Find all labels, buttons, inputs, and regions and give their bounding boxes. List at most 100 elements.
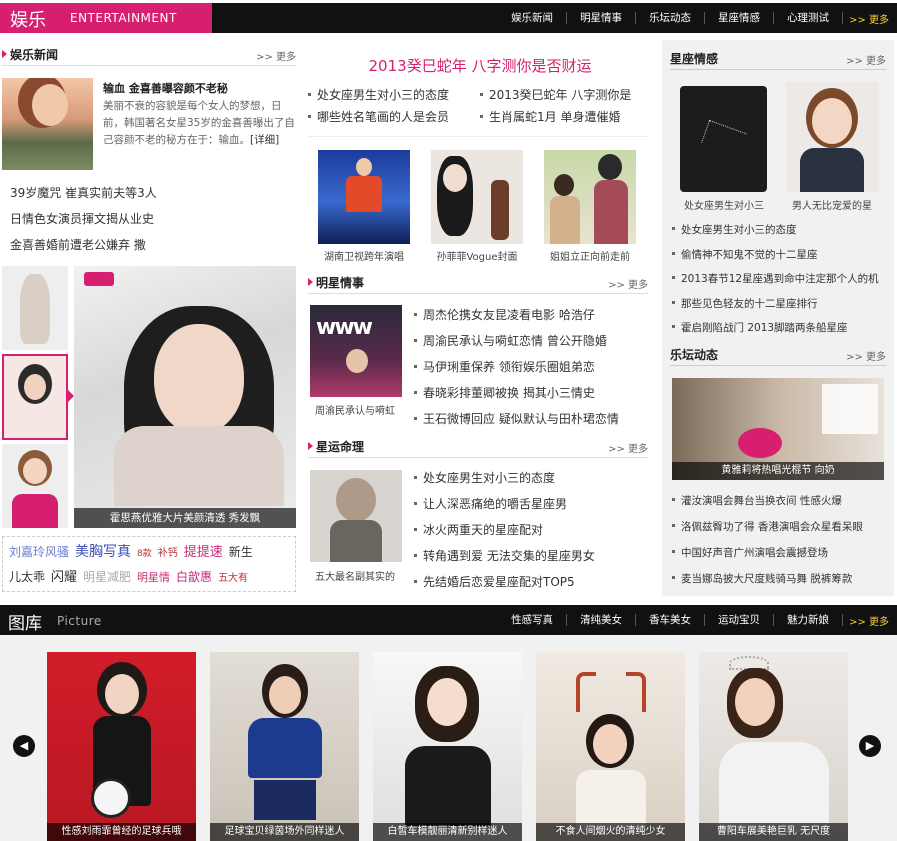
detail-link[interactable]: [详细] [250,134,279,146]
list-item[interactable]: 春晓彩排董卿被换 揭其小三情史 [414,380,648,406]
list-item[interactable]: 那些见色轻友的十二星座排行 [672,292,886,317]
nav-item-yule-news[interactable]: 娱乐新闻 [498,12,568,24]
more-link[interactable]: >> 更多 [608,440,648,455]
nav-item-bride[interactable]: 魅力新娘 [774,614,844,626]
nav-item-sexy[interactable]: 性感写真 [498,614,568,626]
gallery-thumb-1[interactable] [2,266,68,350]
more-link[interactable]: >> 更多 [608,276,648,291]
constellation-photo-2[interactable] [786,82,879,192]
nav-item-music[interactable]: 乐坛动态 [636,12,706,24]
center-headline[interactable]: 2013癸巳蛇年 八字测你是否财运 [310,55,650,76]
tag-link[interactable]: 明星减肥 [83,570,131,584]
photo-caption[interactable]: 处女座男生对小三 [674,197,774,212]
picture-title-en: Picture [57,614,102,628]
list-item[interactable]: 先结婚后恋爱星座配对TOP5 [414,569,648,595]
tag-link[interactable]: 闪耀 [51,570,77,585]
next-arrow-icon[interactable]: ▶ [859,735,881,757]
yule-news-header: 娱乐新闻 >> 更多 [2,44,296,66]
center-photo-2[interactable] [431,150,523,244]
more-link[interactable]: >> 更多 [846,348,886,363]
more-link[interactable]: >> 更多 [846,52,886,67]
photo-caption[interactable]: 周渝民承认与嗬虹 [305,402,405,417]
photo-caption[interactable]: 孙菲菲Vogue封面 [425,248,529,263]
list-item[interactable]: 39岁魔咒 崔真实前夫等3人 [10,180,296,206]
lead-news-title[interactable]: 输血 金喜善曝容颜不老秘 [103,80,228,96]
list-item[interactable]: 霍启刚陷战门 2013脚踏两条船星座 [672,316,886,341]
fortune-photo[interactable] [310,470,402,562]
picture-item-5[interactable]: 曹阳车展美艳巨乳 无尺度 [699,652,848,841]
more-link[interactable]: >> 更多 [256,48,296,63]
picture-more-link[interactable]: >> 更多 [849,613,889,628]
tag-link[interactable]: 明星情 [137,571,170,584]
nav-item-pure[interactable]: 清纯美女 [567,614,637,626]
picture-item-1[interactable]: 性感刘雨霏曾经的足球兵哦 [47,652,196,841]
tag-link[interactable]: 五大有 [218,573,248,584]
list-item[interactable]: 金喜善婚前遭老公嫌弃 撒 [10,232,296,258]
picture-caption: 曹阳车展美艳巨乳 无尺度 [699,823,848,841]
list-item[interactable]: 周杰伦携女友昆凌看电影 哈浩仔 [414,302,648,328]
tag-link[interactable]: 美胸写真 [75,544,131,560]
music-list: 灌汝演唱会舞台当换衣间 性感火爆 洛佩兹臀功了得 香港演唱会众星看呆眼 中国好声… [672,488,886,592]
list-item[interactable]: 生肖属蛇1月 单身遭催婚 [480,106,648,128]
list-item[interactable]: 冰火两重天的星座配对 [414,517,648,543]
photo-caption[interactable]: 姐姐立正向前走前 [538,248,642,263]
picture-item-4[interactable]: 不食人间烟火的清纯少女 [536,652,685,841]
list-item[interactable]: 灌汝演唱会舞台当换衣间 性感火爆 [672,488,886,514]
tag-link[interactable]: 儿太乖 [9,570,45,584]
music-photo[interactable]: 黄雅莉将热唱光棍节 向奶 [672,378,884,480]
tag-link[interactable]: 补钙 [158,548,178,559]
photo-caption[interactable]: 五大最名副其实的 [305,568,405,583]
center-photo-1[interactable] [318,150,410,244]
channel-logo[interactable]: 娱乐 ENTERTAINMENT [0,3,212,33]
tag-link[interactable]: 刘嘉玲风骚 [9,545,69,559]
list-item[interactable]: 2013春节12星座遇到命中注定那个人的机 [672,267,886,292]
nav-item-constellation[interactable]: 星座情感 [705,12,775,24]
lead-news-photo[interactable] [2,78,93,170]
photo-caption: 黄雅莉将热唱光棍节 向奶 [672,462,884,480]
tag-link[interactable]: 提提速 [184,545,223,560]
photo-caption[interactable]: 男人无比宠爱的星 [782,197,882,212]
section-title: 娱乐新闻 [2,46,58,63]
list-item[interactable]: 处女座男生对小三的态度 [672,218,886,243]
list-item[interactable]: 洛佩兹臀功了得 香港演唱会众星看呆眼 [672,514,886,540]
section-title: 星座情感 [670,52,719,66]
list-item[interactable]: 中国好声音广州演唱会震撼登场 [672,540,886,566]
constellation-list: 处女座男生对小三的态度 偷情神不知鬼不觉的十二星座 2013春节12星座遇到命中… [672,218,886,341]
list-item[interactable]: 转角遇到爱 无法交集的星座男女 [414,543,648,569]
star-affairs-photo[interactable]: www [310,305,402,397]
list-item[interactable]: 处女座男生对小三的态度 [414,465,648,491]
nav-item-sports[interactable]: 运动宝贝 [705,614,775,626]
picture-caption: 性感刘雨霏曾经的足球兵哦 [47,823,196,841]
constellation-photo-1[interactable] [680,86,767,192]
gallery-main-photo[interactable]: 霍思燕优雅大片美颜清透 秀发飘 [74,266,296,528]
picture-item-3[interactable]: 白皙车模靓丽清新别样迷人 [373,652,522,841]
nav-more-link[interactable]: >> 更多 [849,11,889,26]
list-item[interactable]: 马伊琍重保养 领衔娱乐圈姐弟恋 [414,354,648,380]
tag-link[interactable]: 8款 [137,549,152,559]
photo-caption[interactable]: 湖南卫视跨年演唱 [312,248,416,263]
list-item[interactable]: 让人深恶痛绝的嚼舌星座男 [414,491,648,517]
top-nav: 娱乐新闻 明星情事 乐坛动态 星座情感 心理测试 >> 更多 [498,3,889,33]
nav-item-star-affairs[interactable]: 明星情事 [567,12,637,24]
list-item[interactable]: 日情色女演员揮文揭从业史 [10,206,296,232]
nav-item-psych-test[interactable]: 心理测试 [774,12,844,24]
list-item[interactable]: 麦当娜岛披大尺度贱骑马舞 脱裤筹款 [672,566,886,592]
list-item[interactable]: 王石微博回应 疑似默认与田朴珺恋情 [414,406,648,432]
list-item[interactable]: 偷情神不知鬼不觉的十二星座 [672,243,886,268]
gallery-thumb-3[interactable] [2,444,68,528]
center-photo-3[interactable] [544,150,636,244]
list-item[interactable]: 2013癸巳蛇年 八字测你是 [480,84,648,106]
tag-link[interactable]: 白歆惠 [176,570,212,584]
fortune-header: 星运命理 >> 更多 [308,436,648,458]
nav-item-car-models[interactable]: 香车美女 [636,614,706,626]
list-item[interactable]: 哪些姓名笔画的人是会员 [308,106,480,128]
gallery-thumb-2[interactable] [2,354,68,440]
star-affairs-list: 周杰伦携女友昆凌看电影 哈浩仔 周渝民承认与嗬虹恋情 曾公开隐婚 马伊琍重保养 … [414,302,648,432]
picture-item-2[interactable]: 足球宝贝绿茵场外同样迷人 [210,652,359,841]
list-item[interactable]: 周渝民承认与嗬虹恋情 曾公开隐婚 [414,328,648,354]
list-item[interactable]: 处女座男生对小三的态度 [308,84,480,106]
fortune-list: 处女座男生对小三的态度 让人深恶痛绝的嚼舌星座男 冰火两重天的星座配对 转角遇到… [414,465,648,595]
divider [308,136,648,137]
tag-link[interactable]: 新生 [229,545,253,559]
prev-arrow-icon[interactable]: ◀ [13,735,35,757]
